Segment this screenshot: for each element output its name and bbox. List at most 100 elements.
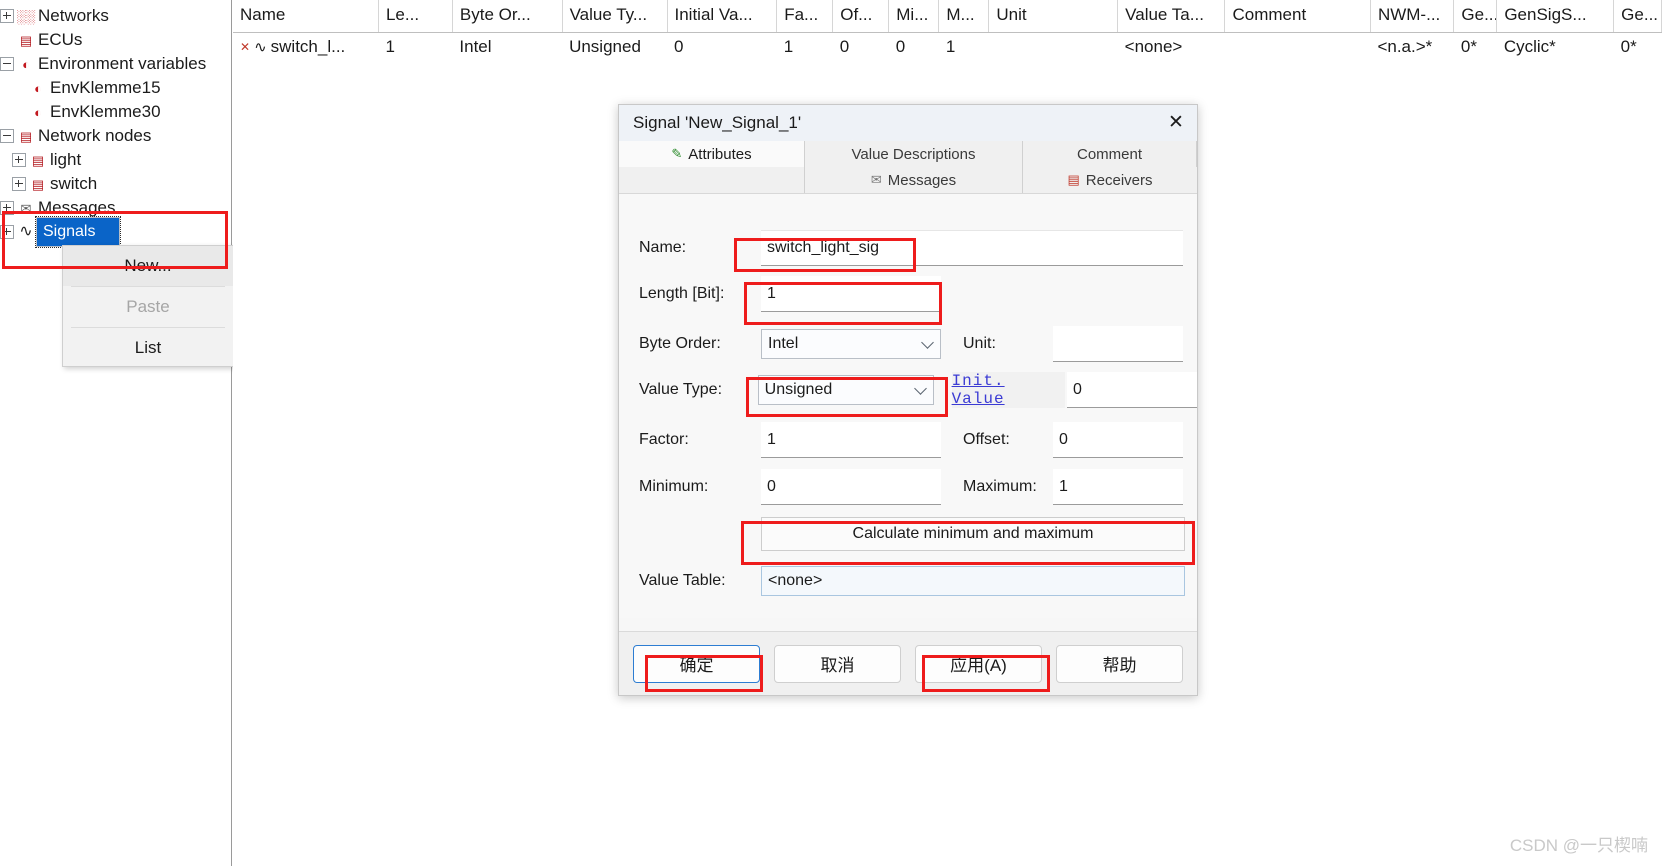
column-header-initial-value[interactable]: Initial Va...	[667, 0, 778, 33]
tree-item-label: Signals	[34, 216, 122, 248]
ok-button[interactable]: 确定	[633, 644, 760, 683]
offset-label: Offset:	[963, 431, 1010, 448]
cell-ge2: 0*	[1613, 32, 1662, 62]
column-header-ge1[interactable]: Ge...	[1453, 0, 1498, 33]
column-header-factor[interactable]: Fa...	[776, 0, 834, 33]
dialog-tabs: ✎ Attributes Value Descriptions Comment …	[619, 141, 1197, 194]
close-icon[interactable]: ✕	[1159, 107, 1193, 137]
expander-plus-icon[interactable]	[0, 225, 14, 239]
network-icon: ░░	[16, 8, 36, 24]
expander-none	[12, 81, 26, 95]
watermark: CSDN @一只楔喃	[1509, 836, 1648, 855]
cell-initial-value: 0	[667, 32, 777, 62]
init-value-link[interactable]: Init. Value	[951, 372, 1065, 408]
tree-item-light[interactable]: ▤ light	[0, 148, 231, 172]
value-type-value: Unsigned	[764, 381, 833, 398]
apply-button[interactable]: 应用(A)	[915, 644, 1042, 683]
byte-order-select[interactable]: Intel	[761, 329, 941, 359]
tree-item-envklemme15[interactable]: ◐ EnvKlemme15	[0, 76, 231, 100]
column-header-gensigs[interactable]: GenSigS...	[1496, 0, 1615, 33]
tab-value-descriptions[interactable]: Value Descriptions	[805, 141, 1023, 167]
tree-item-networks[interactable]: ░░ Networks	[0, 4, 231, 28]
tab-label: Receivers	[1085, 171, 1153, 189]
cell-value-table: <none>	[1117, 32, 1225, 62]
expander-plus-icon[interactable]	[0, 9, 14, 23]
env-variable-icon: ◐	[34, 80, 42, 96]
column-header-nwm[interactable]: NWM-...	[1370, 0, 1455, 33]
calculate-min-max-button[interactable]: Calculate minimum and maximum	[761, 517, 1185, 551]
name-input[interactable]	[761, 230, 1183, 266]
expander-none	[0, 33, 14, 47]
column-header-value-table[interactable]: Value Ta...	[1117, 0, 1226, 33]
signal-icon: ∿	[254, 39, 267, 57]
tree-item-label: light	[50, 150, 82, 169]
column-header-length[interactable]: Le...	[378, 0, 453, 33]
cancel-button[interactable]: 取消	[774, 644, 901, 683]
column-header-offset[interactable]: Of...	[832, 0, 890, 33]
init-value-input[interactable]	[1067, 372, 1197, 408]
column-header-maximum[interactable]: M...	[938, 0, 990, 33]
expander-plus-icon[interactable]	[0, 201, 14, 215]
maximum-label: Maximum:	[963, 478, 1037, 495]
messages-icon: ✉	[870, 172, 882, 187]
tree-item-environment-variables[interactable]: ◐ Environment variables	[0, 52, 231, 76]
tab-attributes[interactable]: ✎ Attributes	[619, 141, 805, 167]
cell-gensigs: Cyclic*	[1496, 32, 1614, 62]
maximum-input[interactable]	[1053, 469, 1183, 505]
tree-item-switch[interactable]: ▤ switch	[0, 172, 231, 196]
tree-item-ecus[interactable]: ▤ ECUs	[0, 28, 231, 52]
cell-value-type: Unsigned	[562, 32, 667, 62]
expander-minus-icon[interactable]	[0, 57, 14, 71]
minimum-input[interactable]	[761, 469, 941, 505]
factor-input[interactable]	[761, 422, 941, 458]
length-label: Length [Bit]:	[639, 285, 725, 302]
cell-length: 1	[378, 32, 453, 62]
column-header-byte-order[interactable]: Byte Or...	[452, 0, 563, 33]
tree-item-signals[interactable]: ∿ Signals	[0, 216, 231, 248]
length-input[interactable]	[761, 276, 941, 312]
tab-row-secondary: ✉ Messages ▤ Receivers	[619, 167, 1197, 193]
tree-item-label: EnvKlemme30	[50, 102, 161, 121]
column-header-minimum[interactable]: Mi...	[888, 0, 940, 33]
name-label: Name:	[639, 239, 687, 256]
tree-item-label: switch	[50, 174, 98, 193]
unit-label: Unit:	[963, 335, 996, 352]
tab-receivers[interactable]: ▤ Receivers	[1023, 167, 1197, 193]
network-node-icon: ▤	[31, 152, 45, 168]
dialog-title-bar: Signal 'New_Signal_1' ✕	[619, 105, 1197, 141]
tree-item-network-nodes[interactable]: ▤ Network nodes	[0, 124, 231, 148]
unit-input[interactable]	[1053, 326, 1183, 362]
context-menu-item-list[interactable]: List	[63, 328, 233, 368]
tree-item-label: Messages	[38, 198, 116, 217]
help-button[interactable]: 帮助	[1056, 644, 1183, 683]
tab-comment[interactable]: Comment	[1023, 141, 1197, 167]
column-header-value-type[interactable]: Value Ty...	[562, 0, 668, 33]
offset-input[interactable]	[1053, 422, 1183, 458]
tree-item-label: Network nodes	[38, 126, 152, 145]
context-menu-item-new[interactable]: New...	[63, 246, 233, 286]
cell-name-text: switch_l...	[270, 37, 346, 57]
column-header-comment[interactable]: Comment	[1224, 0, 1371, 33]
cell-maximum: 1	[938, 32, 989, 62]
tab-row-spacer	[619, 167, 805, 193]
column-header-name[interactable]: Name	[233, 0, 379, 33]
expander-minus-icon[interactable]	[0, 129, 14, 143]
value-table-value: <none>	[768, 572, 823, 589]
cell-nwm: <n.a.>*	[1370, 32, 1454, 62]
column-header-unit[interactable]: Unit	[988, 0, 1119, 33]
tab-messages[interactable]: ✉ Messages	[805, 167, 1023, 193]
ecu-icon: ▤	[19, 32, 33, 48]
env-variable-icon: ◐	[34, 104, 42, 120]
network-node-icon: ▤	[19, 128, 33, 144]
table-row[interactable]: ✕ ∿ switch_l... 1 Intel Unsigned 0 1 0 0…	[233, 32, 1662, 62]
expander-plus-icon[interactable]	[12, 153, 26, 167]
tree-item-envklemme30[interactable]: ◐ EnvKlemme30	[0, 100, 231, 124]
tree-item-label: EnvKlemme15	[50, 78, 161, 97]
byte-order-value: Intel	[768, 335, 799, 352]
signal-icon: ∿	[19, 223, 33, 240]
object-tree-panel: ░░ Networks ▤ ECUs ◐ Environment variabl…	[0, 0, 232, 866]
expander-plus-icon[interactable]	[12, 177, 26, 191]
value-table-select[interactable]: <none>	[761, 566, 1185, 596]
value-type-select[interactable]: Unsigned	[757, 375, 934, 405]
column-header-ge2[interactable]: Ge...	[1613, 0, 1662, 33]
